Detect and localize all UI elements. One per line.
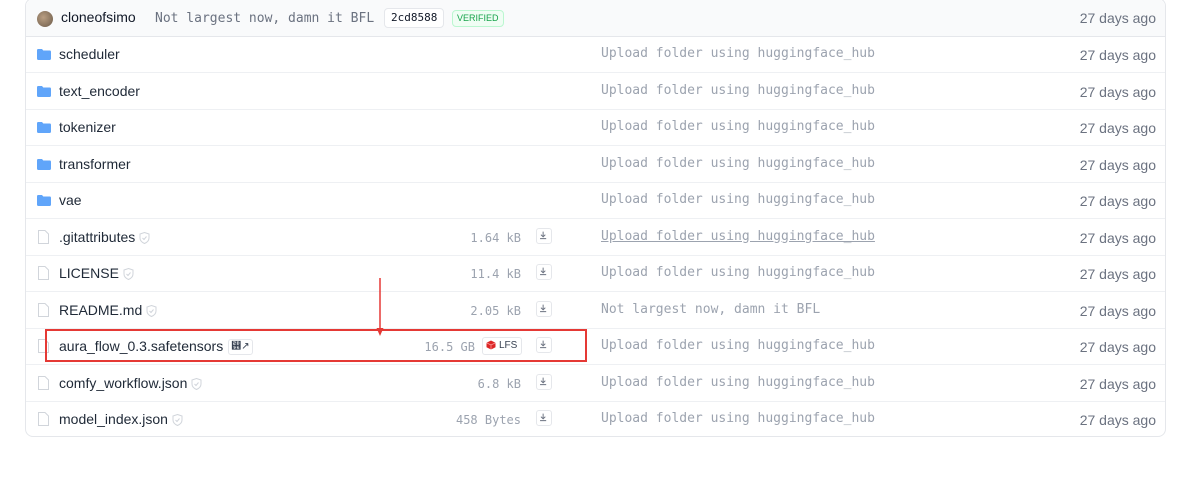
file-size: 16.5 GB (424, 340, 475, 354)
file-row-readme[interactable]: README.md 2.05 kB Not largest now, damn … (26, 292, 1165, 329)
download-button[interactable] (536, 264, 552, 280)
commit-time: 27 days ago (1079, 10, 1156, 26)
folder-icon (37, 85, 51, 97)
folder-icon (37, 195, 51, 206)
avatar[interactable] (37, 11, 53, 27)
download-button[interactable] (536, 410, 552, 426)
file-row-model-index[interactable]: model_index.json 458 Bytes Upload folder… (26, 401, 1165, 437)
verified-badge: VERIFIED (452, 10, 504, 27)
file-icon (38, 266, 49, 280)
commit-message[interactable]: Upload folder using huggingface_hub (601, 83, 875, 98)
commit-sha[interactable]: 2cd8588 (384, 8, 445, 28)
file-name-label: .gitattributes (59, 228, 136, 245)
file-name[interactable]: model_index.json (59, 411, 183, 427)
download-button[interactable] (536, 373, 552, 390)
file-size: 11.4 kB (470, 267, 521, 281)
lfs-icon (486, 340, 496, 350)
file-icon (38, 375, 49, 390)
commit-message[interactable]: Not largest now, damn it BFL (155, 11, 374, 26)
file-time: 27 days ago (1079, 339, 1156, 355)
folder-row-text-encoder[interactable]: text_encoder Upload folder using hugging… (26, 73, 1165, 110)
lfs-badge[interactable]: LFS (482, 337, 523, 355)
commit-message[interactable]: Not largest now, damn it BFL (601, 302, 820, 317)
lfs-label: LFS (499, 340, 518, 351)
file-time: 27 days ago (1079, 302, 1156, 319)
file-name[interactable]: scheduler (59, 46, 120, 62)
file-name-label: aura_flow_0.3.safetensors (59, 338, 224, 354)
folder-row-scheduler[interactable]: scheduler Upload folder using huggingfac… (26, 36, 1165, 73)
folder-row-tokenizer[interactable]: tokenizer Upload folder using huggingfac… (26, 109, 1165, 146)
commit-message[interactable]: Upload folder using huggingface_hub (601, 338, 875, 353)
commit-message[interactable]: Upload folder using huggingface_hub (601, 229, 875, 244)
shield-check-icon (139, 231, 150, 244)
folder-icon (37, 158, 51, 170)
shield-check-icon (191, 377, 202, 390)
file-name[interactable]: LICENSE (59, 265, 134, 281)
download-icon (540, 413, 547, 422)
file-icon (38, 339, 49, 353)
file-time: 27 days ago (1079, 156, 1156, 173)
file-name[interactable]: transformer (59, 156, 131, 172)
file-time: 27 days ago (1079, 229, 1156, 246)
file-row-aura-flow-safetensors[interactable]: aura_flow_0.3.safetensors ⮖↗ 16.5 GB LFS … (26, 328, 1165, 365)
file-size: 6.8 kB (477, 376, 521, 391)
commit-message[interactable]: Upload folder using huggingface_hub (601, 192, 875, 207)
commit-message[interactable]: Upload folder using huggingface_hub (601, 119, 875, 134)
download-icon (540, 340, 547, 349)
file-name-label: LICENSE (59, 265, 119, 281)
commit-message[interactable]: Upload folder using huggingface_hub (601, 411, 875, 426)
file-name[interactable]: README.md (59, 302, 157, 318)
file-time: 27 days ago (1079, 47, 1156, 63)
file-size: 458 Bytes (455, 413, 521, 427)
file-name[interactable]: text_encoder (59, 83, 140, 99)
commit-message[interactable]: Upload folder using huggingface_hub (601, 46, 875, 61)
file-name-label: README.md (59, 301, 143, 318)
file-time: 27 days ago (1079, 375, 1156, 392)
file-time: 27 days ago (1079, 120, 1156, 136)
folder-icon (37, 49, 51, 60)
file-list-panel: cloneofsimo Not largest now, damn it BFL… (25, 0, 1166, 437)
file-icon (38, 412, 49, 426)
commit-message[interactable]: Upload folder using huggingface_hub (601, 265, 875, 280)
file-name[interactable]: aura_flow_0.3.safetensors ⮖↗ (59, 338, 253, 356)
download-button[interactable] (536, 337, 552, 353)
file-name[interactable]: comfy_workflow.json (59, 375, 202, 391)
file-icon (38, 302, 49, 317)
shield-check-icon (146, 304, 157, 317)
download-button[interactable] (536, 300, 552, 317)
file-row-comfy-workflow[interactable]: comfy_workflow.json 6.8 kB Upload folder… (26, 365, 1165, 402)
file-time: 27 days ago (1079, 83, 1156, 100)
file-time: 27 days ago (1079, 412, 1156, 428)
shield-check-icon (172, 414, 183, 427)
folder-row-transformer[interactable]: transformer Upload folder using huggingf… (26, 146, 1165, 183)
file-name[interactable]: .gitattributes (59, 229, 150, 245)
commit-message[interactable]: Upload folder using huggingface_hub (601, 375, 875, 390)
shield-check-icon (123, 268, 134, 281)
commit-author[interactable]: cloneofsimo (61, 9, 136, 25)
file-name[interactable]: tokenizer (59, 119, 116, 135)
file-name[interactable]: vae (59, 192, 82, 208)
commit-message[interactable]: Upload folder using huggingface_hub (601, 156, 875, 171)
download-icon (540, 304, 547, 312)
download-icon (540, 377, 547, 385)
xet-external-link-icon[interactable]: ⮖↗ (228, 339, 253, 356)
file-row-gitattributes[interactable]: .gitattributes 1.64 kB Upload folder usi… (26, 219, 1165, 256)
download-button[interactable] (536, 227, 552, 244)
last-commit-header: cloneofsimo Not largest now, damn it BFL… (26, 0, 1165, 37)
file-size: 2.05 kB (470, 303, 521, 318)
folder-row-vae[interactable]: vae Upload folder using huggingface_hub … (26, 182, 1165, 219)
file-row-license[interactable]: LICENSE 11.4 kB Upload folder using hugg… (26, 255, 1165, 292)
folder-icon (37, 122, 51, 133)
download-icon (540, 267, 547, 276)
file-name-label: comfy_workflow.json (59, 374, 188, 391)
file-size: 1.64 kB (470, 230, 521, 245)
file-name-label: model_index.json (59, 411, 168, 427)
file-icon (38, 229, 49, 244)
download-icon (540, 231, 547, 239)
file-time: 27 days ago (1079, 193, 1156, 209)
file-time: 27 days ago (1079, 266, 1156, 282)
